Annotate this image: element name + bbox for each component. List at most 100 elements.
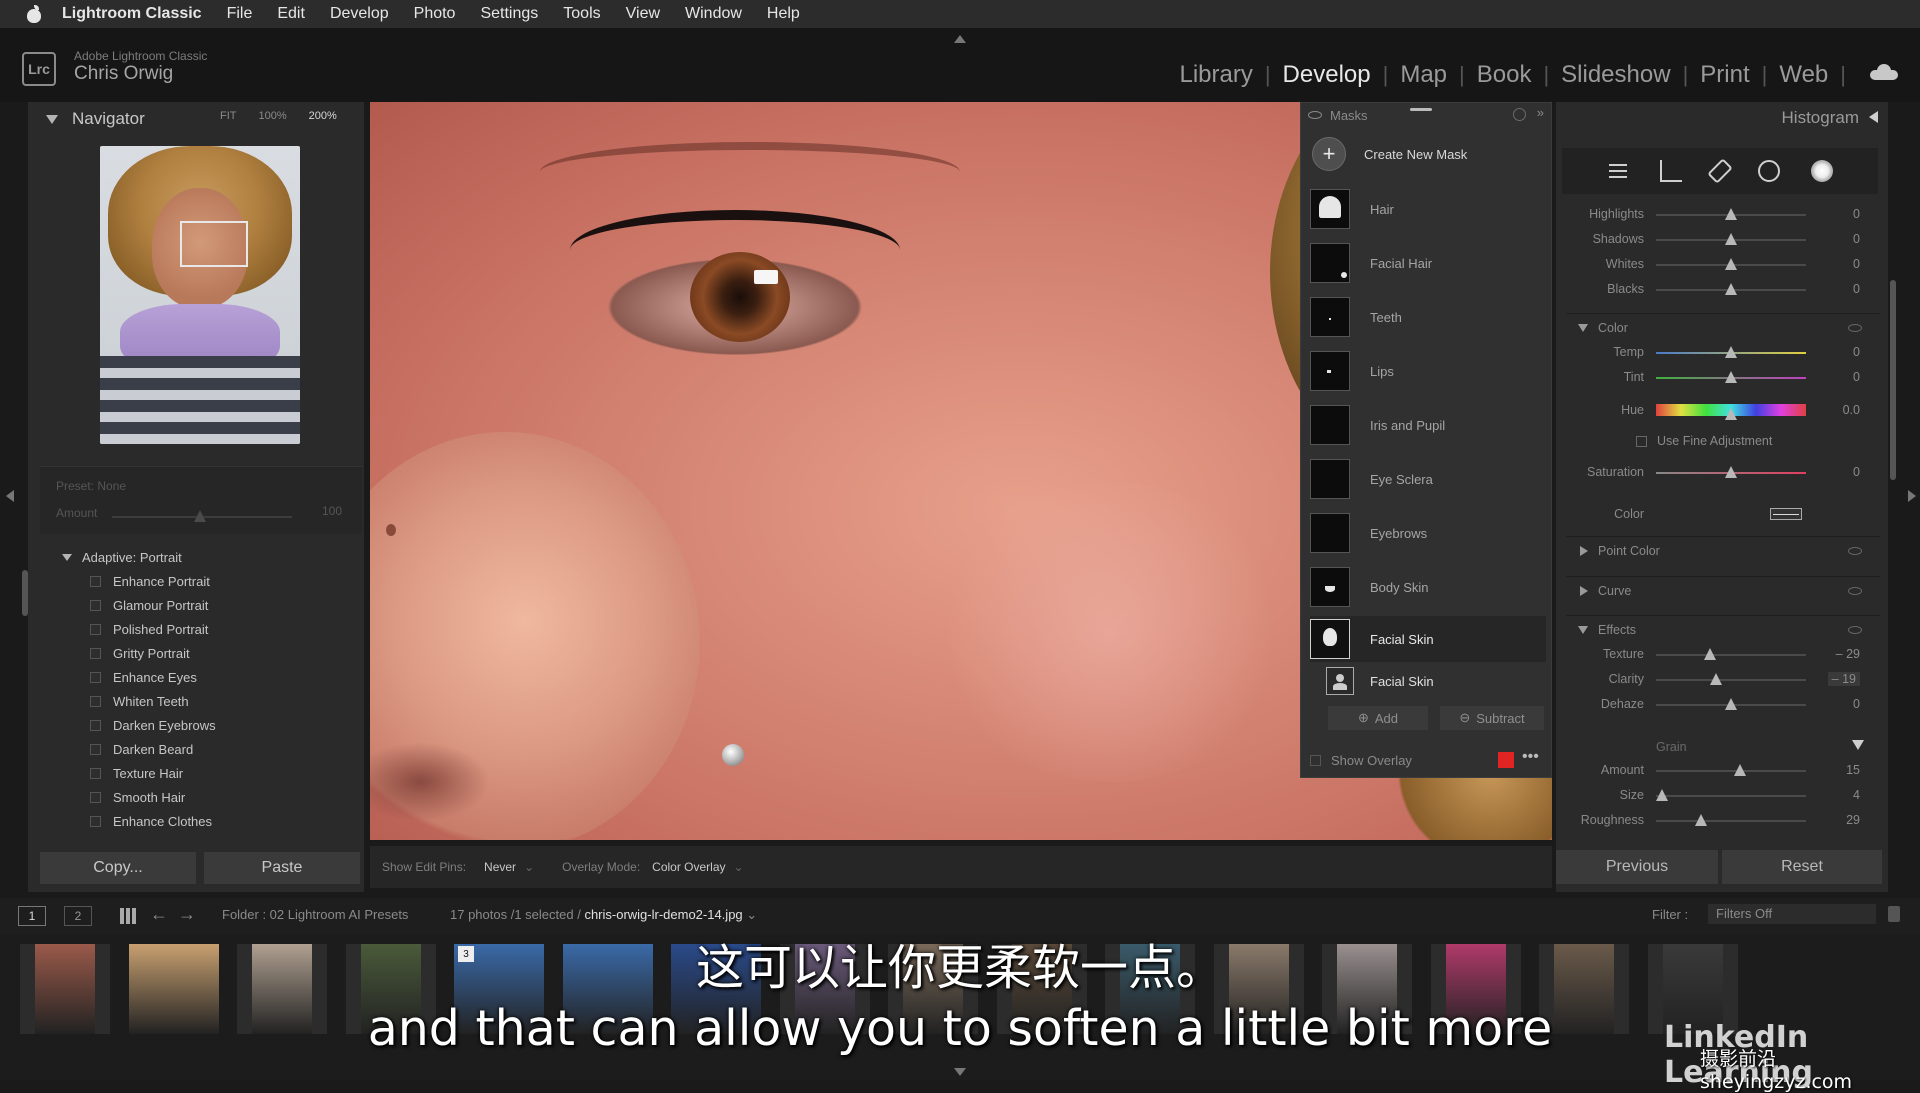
left-panel-scrollbar[interactable] [22, 570, 28, 616]
previous-button[interactable]: Previous [1556, 850, 1718, 884]
menu-help[interactable]: Help [767, 5, 800, 23]
slider-grain-size[interactable]: Size 4 [1560, 785, 1876, 807]
mask-item-eye-sclera[interactable]: Eye Sclera [1310, 456, 1546, 502]
preset-item[interactable]: Darken Beard [90, 742, 193, 757]
module-print[interactable]: Print [1688, 61, 1761, 89]
overlay-color-swatch[interactable] [1498, 752, 1514, 768]
slider-thumb[interactable] [1725, 283, 1737, 295]
preset-item[interactable]: Texture Hair [90, 766, 183, 781]
slider-thumb[interactable] [1695, 814, 1707, 826]
color-swatch[interactable] [1770, 508, 1802, 520]
preset-item[interactable]: Smooth Hair [90, 790, 185, 805]
preset-item[interactable]: Gritty Portrait [90, 646, 190, 661]
section-curve[interactable]: Curve [1566, 576, 1880, 604]
slider-value[interactable]: – 19 [1827, 672, 1860, 686]
slider-thumb[interactable] [1656, 789, 1668, 801]
slider-value[interactable]: 0.0 [1830, 403, 1860, 417]
slider-value[interactable]: – 29 [1830, 647, 1860, 661]
red-eye-icon[interactable] [1757, 160, 1780, 182]
slider-value[interactable]: 0 [1830, 697, 1860, 711]
fine-adjustment-checkbox[interactable] [1636, 435, 1647, 447]
copy-button[interactable]: Copy... [40, 852, 196, 884]
slider-grain-roughness[interactable]: Roughness 29 [1560, 810, 1876, 832]
mask-item-iris-pupil[interactable]: Iris and Pupil [1310, 402, 1546, 448]
section-effects[interactable]: Effects [1566, 615, 1880, 643]
menu-develop[interactable]: Develop [330, 5, 389, 23]
mask-item-eyebrows[interactable]: Eyebrows [1310, 510, 1546, 556]
module-book[interactable]: Book [1465, 61, 1544, 89]
create-new-mask-button[interactable]: + Create New Mask [1312, 136, 1548, 172]
reset-button[interactable]: Reset [1722, 850, 1882, 884]
preset-item[interactable]: Whiten Teeth [90, 694, 189, 709]
photo-count[interactable]: 17 photos /1 selected / chris-orwig-lr-d… [450, 907, 757, 923]
collapse-bottom-arrow-icon[interactable] [954, 1068, 966, 1076]
menu-photo[interactable]: Photo [414, 5, 456, 23]
module-slideshow[interactable]: Slideshow [1549, 61, 1682, 89]
slider-temp[interactable]: Temp 0 [1560, 342, 1876, 364]
more-options-icon[interactable]: ••• [1522, 748, 1539, 766]
slider-value[interactable]: 29 [1830, 813, 1860, 827]
slider-value[interactable]: 0 [1830, 232, 1860, 246]
slider-blacks[interactable]: Blacks 0 [1560, 279, 1876, 301]
slider-value[interactable]: 0 [1830, 370, 1860, 384]
slider-track[interactable] [1656, 679, 1806, 681]
mask-subtract-button[interactable]: ⊖ Subtract [1440, 706, 1544, 730]
navigator-preview[interactable] [100, 146, 300, 444]
menu-settings[interactable]: Settings [480, 5, 538, 23]
mask-item-teeth[interactable]: Teeth [1310, 294, 1546, 340]
screen-2-button[interactable]: 2 [64, 906, 92, 926]
mask-add-button[interactable]: ⊕ Add [1328, 706, 1428, 730]
preset-item[interactable]: Enhance Portrait [90, 574, 210, 589]
paste-button[interactable]: Paste [204, 852, 360, 884]
module-develop[interactable]: Develop [1271, 61, 1383, 89]
collapse-triangle-icon[interactable] [1578, 625, 1588, 634]
eye-icon[interactable] [1848, 547, 1862, 555]
amount-slider-thumb[interactable] [194, 510, 206, 522]
section-color[interactable]: Color [1566, 313, 1880, 341]
mask-item-facial-skin[interactable]: Facial Skin [1310, 616, 1546, 662]
slider-track[interactable] [1656, 654, 1806, 656]
module-web[interactable]: Web [1767, 61, 1840, 89]
healing-brush-icon[interactable] [1707, 158, 1733, 184]
expand-triangle-icon[interactable] [62, 554, 72, 561]
slider-thumb[interactable] [1725, 233, 1737, 245]
eye-icon[interactable] [1848, 587, 1862, 595]
navigator-zoom-box[interactable] [180, 221, 248, 267]
slider-clarity[interactable]: Clarity – 19 [1560, 669, 1876, 691]
section-point-color[interactable]: Point Color [1566, 536, 1880, 564]
slider-thumb[interactable] [1725, 698, 1737, 710]
slider-thumb[interactable] [1725, 466, 1737, 478]
eye-icon[interactable] [1308, 111, 1322, 119]
slider-whites[interactable]: Whites 0 [1560, 254, 1876, 276]
drag-handle-icon[interactable] [1410, 108, 1432, 111]
slider-value[interactable]: 0 [1830, 257, 1860, 271]
expand-triangle-icon[interactable] [1580, 585, 1588, 596]
preset-item[interactable]: Enhance Clothes [90, 814, 212, 829]
slider-thumb[interactable] [1725, 208, 1737, 220]
collapse-double-arrow-icon[interactable]: » [1537, 105, 1544, 120]
module-map[interactable]: Map [1388, 61, 1459, 89]
preset-item[interactable]: Glamour Portrait [90, 598, 208, 613]
grid-view-icon[interactable] [120, 908, 136, 924]
slider-dehaze[interactable]: Dehaze 0 [1560, 694, 1876, 716]
mask-item-lips[interactable]: Lips [1310, 348, 1546, 394]
arrow-right-icon[interactable]: → [178, 904, 196, 925]
menu-edit[interactable]: Edit [277, 5, 305, 23]
slider-highlights[interactable]: Highlights 0 [1560, 204, 1876, 226]
module-library[interactable]: Library [1167, 61, 1264, 89]
preset-item[interactable]: Darken Eyebrows [90, 718, 216, 733]
zoom-100[interactable]: 100% [259, 110, 287, 122]
slider-thumb[interactable] [1725, 371, 1737, 383]
overlay-mode-select[interactable]: Color Overlay [652, 860, 725, 874]
edit-sliders-icon[interactable] [1607, 160, 1629, 182]
eye-icon[interactable] [1848, 626, 1862, 634]
collapse-right-arrow-icon[interactable] [1908, 490, 1916, 502]
slider-value[interactable]: 4 [1830, 788, 1860, 802]
slider-value[interactable]: 15 [1830, 763, 1860, 777]
menu-tools[interactable]: Tools [563, 5, 600, 23]
slider-value[interactable]: 0 [1830, 282, 1860, 296]
grain-dropdown-icon[interactable] [1852, 740, 1864, 750]
mask-item-body-skin[interactable]: Body Skin [1310, 564, 1546, 610]
collapse-left-arrow-icon[interactable] [6, 490, 14, 502]
zoom-200[interactable]: 200% [309, 110, 337, 122]
